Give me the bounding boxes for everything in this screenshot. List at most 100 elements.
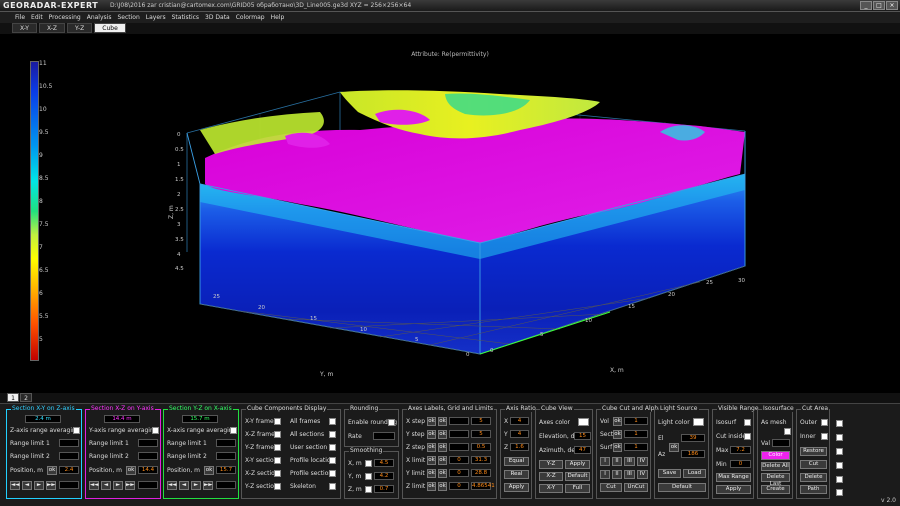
- yz-section-checkbox[interactable]: [274, 483, 281, 490]
- panel-tab-2[interactable]: 2: [20, 393, 32, 402]
- create-button[interactable]: Create: [761, 485, 790, 494]
- section-yz-range2-input[interactable]: [216, 452, 236, 460]
- equal-button[interactable]: Equal: [504, 457, 529, 466]
- quadrant-1-button[interactable]: I: [600, 457, 610, 466]
- delete-all-button[interactable]: Delete All: [761, 462, 790, 471]
- light-color-swatch[interactable]: [693, 418, 704, 426]
- enable-rounding-checkbox[interactable]: [388, 419, 395, 426]
- xy-section-checkbox[interactable]: [274, 457, 281, 464]
- section-xy-step-input[interactable]: [59, 481, 79, 489]
- z-limit-min-input[interactable]: 0: [449, 482, 469, 490]
- real-button[interactable]: Real: [504, 470, 529, 479]
- as-mesh-checkbox[interactable]: [784, 428, 791, 435]
- smooth-x-input[interactable]: 4.5: [374, 459, 394, 467]
- delete-last-button[interactable]: Delete Last: [761, 473, 790, 487]
- menu-colormap[interactable]: Colormap: [236, 12, 265, 23]
- step-forward-button[interactable]: ►: [34, 481, 44, 490]
- step-forward-fast-button[interactable]: ►►: [125, 481, 135, 490]
- smooth-x-checkbox[interactable]: [365, 460, 372, 467]
- step-back-button[interactable]: ◄: [22, 481, 32, 490]
- light-el-input[interactable]: 39: [681, 434, 705, 442]
- step-forward-fast-button[interactable]: ►►: [46, 481, 56, 490]
- extra-checkbox-5[interactable]: [836, 476, 843, 483]
- z-limit-ok-button[interactable]: ok: [427, 482, 436, 491]
- max-range-button[interactable]: Max Range: [716, 473, 751, 482]
- menu-file[interactable]: File: [15, 12, 25, 23]
- azimuth-input[interactable]: 47: [574, 446, 591, 454]
- step-back-button[interactable]: ◄: [179, 481, 189, 490]
- x-step-ok-button-2[interactable]: ok: [438, 417, 447, 426]
- range-max-input[interactable]: 7.2: [730, 446, 751, 454]
- isosurface-color-button[interactable]: Color: [761, 451, 790, 460]
- view-yz-button[interactable]: Y-Z: [539, 460, 563, 469]
- ratio-y-input[interactable]: 4: [510, 430, 529, 438]
- menu-section[interactable]: Section: [117, 12, 139, 23]
- y-step-input[interactable]: 5: [471, 430, 491, 438]
- all-sections-checkbox[interactable]: [329, 431, 336, 438]
- elevation-input[interactable]: 15: [574, 432, 591, 440]
- section-yz-position-input[interactable]: 15.7: [216, 466, 236, 474]
- x-step-input[interactable]: 5: [471, 417, 491, 425]
- uncut-button[interactable]: UnCut: [624, 483, 648, 492]
- section-xz-step-input[interactable]: [138, 481, 158, 489]
- section-xz-ok-button[interactable]: ok: [126, 466, 136, 475]
- z-step-min-input[interactable]: [449, 443, 469, 451]
- alpha-sect-ok-button[interactable]: ok: [613, 430, 622, 439]
- z-limit-max-input[interactable]: 4.86541: [471, 482, 495, 490]
- inner-checkbox[interactable]: [821, 433, 828, 440]
- y-limit-max-input[interactable]: 28.8: [471, 469, 491, 477]
- tab-x-y[interactable]: X-Y: [12, 23, 37, 33]
- section-yz-averaging-checkbox[interactable]: [230, 427, 237, 434]
- light-load-button[interactable]: Load: [683, 469, 706, 478]
- extra-checkbox-4[interactable]: [836, 462, 843, 469]
- menu-analysis[interactable]: Analysis: [87, 12, 112, 23]
- skeleton-checkbox[interactable]: [329, 483, 336, 490]
- maximize-button[interactable]: □: [873, 1, 885, 10]
- view-full-button[interactable]: Full: [565, 484, 590, 493]
- ratio-x-input[interactable]: 4: [510, 417, 529, 425]
- step-back-fast-button[interactable]: ◄◄: [89, 481, 99, 490]
- x-limit-ok-button[interactable]: ok: [427, 456, 436, 465]
- alpha-surf-input[interactable]: 1: [624, 443, 648, 451]
- y-limit-min-input[interactable]: 0: [449, 469, 469, 477]
- y-step-ok-button[interactable]: ok: [427, 430, 436, 439]
- quadrant-3-button[interactable]: III: [624, 457, 635, 466]
- alpha-surf-ok-button[interactable]: ok: [613, 443, 622, 452]
- x-step-ok-button[interactable]: ok: [427, 417, 436, 426]
- profile-location-checkbox[interactable]: [329, 457, 336, 464]
- range-apply-button[interactable]: Apply: [716, 485, 751, 494]
- tab-cube[interactable]: Cube: [94, 23, 126, 33]
- z-limit-ok-button-2[interactable]: ok: [438, 482, 447, 491]
- section-xy-range2-input[interactable]: [59, 452, 79, 460]
- section-xy-position-input[interactable]: 2.4: [59, 466, 79, 474]
- quadrant-4b-button[interactable]: IV: [637, 470, 648, 479]
- y-limit-ok-button-2[interactable]: ok: [438, 469, 447, 478]
- x-limit-ok-button-2[interactable]: ok: [438, 456, 447, 465]
- xz-frame-checkbox[interactable]: [274, 431, 281, 438]
- xy-frame-checkbox[interactable]: [274, 418, 281, 425]
- menu-statistics[interactable]: Statistics: [172, 12, 199, 23]
- quadrant-2-button[interactable]: II: [612, 457, 622, 466]
- step-forward-fast-button[interactable]: ►►: [203, 481, 213, 490]
- menu-edit[interactable]: Edit: [31, 12, 43, 23]
- section-xy-range1-input[interactable]: [59, 439, 79, 447]
- xz-section-checkbox[interactable]: [274, 470, 281, 477]
- isosurface-val-input[interactable]: [772, 439, 790, 447]
- step-back-fast-button[interactable]: ◄◄: [167, 481, 177, 490]
- menu-layers[interactable]: Layers: [146, 12, 166, 23]
- extra-checkbox-6[interactable]: [836, 489, 843, 496]
- smooth-z-input[interactable]: 0.7: [374, 485, 394, 493]
- section-yz-range1-input[interactable]: [216, 439, 236, 447]
- extra-checkbox-2[interactable]: [836, 434, 843, 441]
- profile-section-checkbox[interactable]: [329, 470, 336, 477]
- quadrant-2b-button[interactable]: II: [612, 470, 622, 479]
- alpha-vol-ok-button[interactable]: ok: [613, 417, 622, 426]
- tab-x-z[interactable]: X-Z: [38, 23, 66, 33]
- all-frames-checkbox[interactable]: [329, 418, 336, 425]
- outer-checkbox[interactable]: [821, 419, 828, 426]
- axes-color-swatch[interactable]: [578, 418, 589, 426]
- cut-area-delete-button[interactable]: Delete: [800, 473, 827, 482]
- cut-area-cut-button[interactable]: Cut: [800, 460, 827, 469]
- smooth-z-checkbox[interactable]: [365, 486, 372, 493]
- view-default-button[interactable]: Default: [565, 472, 590, 481]
